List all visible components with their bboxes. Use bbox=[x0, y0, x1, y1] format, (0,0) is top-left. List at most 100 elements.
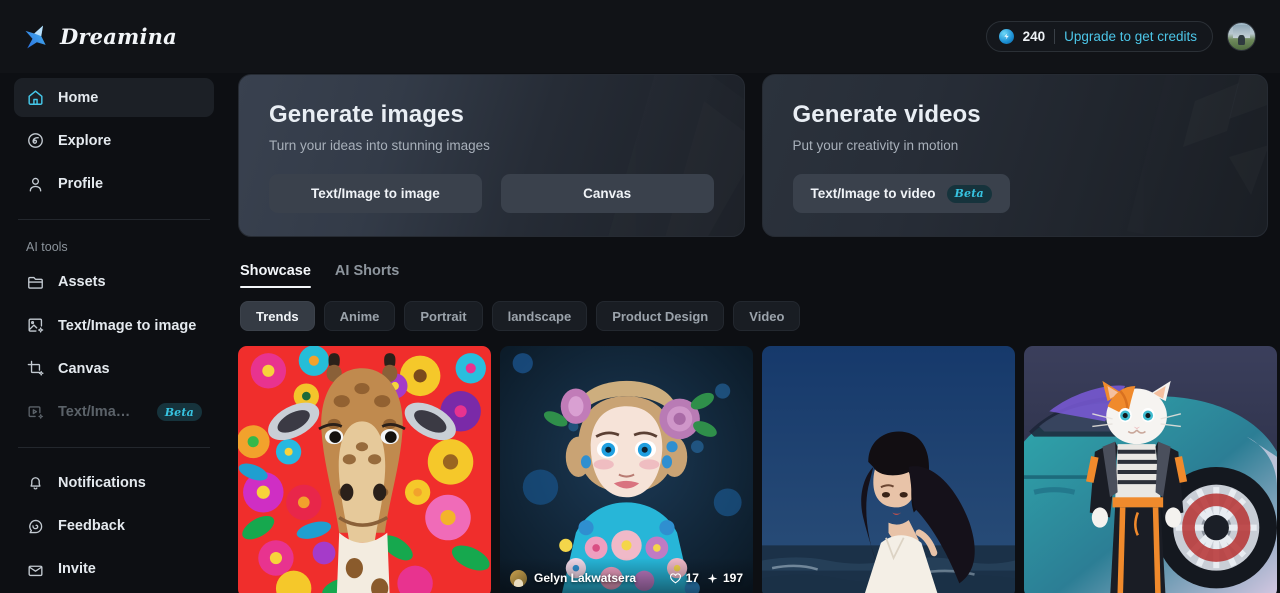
credit-coin-icon bbox=[998, 29, 1014, 44]
home-icon bbox=[26, 88, 45, 107]
pill-divider bbox=[1054, 29, 1056, 44]
view-stat: 197 bbox=[706, 571, 743, 585]
sidebar-label: Text/Image t... bbox=[58, 404, 136, 420]
sparkle-star-icon bbox=[25, 25, 46, 48]
brand-logo[interactable]: Dreamina bbox=[22, 23, 177, 51]
sidebar-label: Notifications bbox=[58, 474, 146, 491]
card-overlay: Gelyn Lakwatsera 17 197 bbox=[500, 558, 753, 593]
main-content: Generate images Turn your ideas into stu… bbox=[228, 73, 1280, 593]
chip-landscape[interactable]: landscape bbox=[491, 301, 588, 331]
sidebar-item-notifications[interactable]: Notifications bbox=[14, 463, 214, 502]
gallery-card-cat-car[interactable] bbox=[1024, 346, 1277, 593]
tab-label: Showcase bbox=[240, 263, 311, 279]
generate-images-card: Generate images Turn your ideas into stu… bbox=[238, 74, 745, 237]
sidebar-label: Text/Image to image bbox=[58, 317, 197, 334]
sidebar: Home Explore Profile AI tools Assets Tex… bbox=[0, 73, 228, 593]
sidebar-label: Feedback bbox=[58, 518, 125, 535]
sidebar-item-text-image-to-image[interactable]: Text/Image to image bbox=[14, 306, 214, 345]
content-tabs: Showcase AI Shorts bbox=[240, 263, 1268, 288]
chip-label: Product Design bbox=[612, 308, 709, 324]
like-stat: 17 bbox=[669, 571, 699, 585]
folder-icon bbox=[26, 273, 45, 292]
sidebar-label: Invite bbox=[58, 561, 96, 578]
sidebar-section-label: AI tools bbox=[26, 239, 68, 254]
user-avatar[interactable] bbox=[1227, 22, 1256, 51]
top-header: Dreamina 240 Upgrade to get credits bbox=[0, 0, 1280, 73]
sidebar-item-feedback[interactable]: Feedback bbox=[14, 507, 214, 546]
card-actions: Text/Image to image Canvas bbox=[269, 174, 714, 213]
person-icon bbox=[26, 175, 45, 194]
sidebar-item-assets[interactable]: Assets bbox=[14, 263, 214, 302]
view-count: 197 bbox=[722, 571, 743, 585]
credits-pill[interactable]: 240 Upgrade to get credits bbox=[985, 21, 1213, 52]
sidebar-item-profile[interactable]: Profile bbox=[14, 164, 214, 203]
tab-ai-shorts[interactable]: AI Shorts bbox=[335, 263, 399, 288]
card-title: Generate images bbox=[269, 101, 464, 128]
gallery-card-giraffe[interactable] bbox=[238, 346, 491, 593]
chip-label: Video bbox=[749, 308, 785, 324]
filter-chips: Trends Anime Portrait landscape Product … bbox=[240, 301, 1268, 331]
video-sparkle-icon bbox=[26, 403, 45, 422]
body-row: Home Explore Profile AI tools Assets Tex… bbox=[0, 73, 1280, 593]
sidebar-divider-top bbox=[18, 218, 210, 220]
tab-showcase[interactable]: Showcase bbox=[240, 263, 311, 288]
chip-product-design[interactable]: Product Design bbox=[596, 301, 725, 331]
canvas-crop-icon bbox=[26, 359, 45, 378]
beta-badge: Beta bbox=[946, 184, 992, 203]
floral-woman-3d-artwork bbox=[500, 346, 753, 593]
author-avatar bbox=[510, 569, 527, 587]
sidebar-item-text-image-to-video[interactable]: Text/Image t... Beta bbox=[14, 392, 214, 431]
canvas-button[interactable]: Canvas bbox=[500, 174, 714, 213]
chip-label: landscape bbox=[507, 308, 572, 324]
sidebar-label: Assets bbox=[58, 274, 106, 291]
giraffe-flowers-artwork bbox=[238, 346, 491, 593]
sparkle-icon bbox=[707, 573, 718, 583]
sidebar-label: Explore bbox=[58, 132, 112, 149]
hero-cards-row: Generate images Turn your ideas into stu… bbox=[238, 73, 1268, 237]
card-actions: Text/Image to video Beta bbox=[792, 174, 1238, 213]
app-root: Dreamina 240 Upgrade to get credits Home… bbox=[0, 0, 1280, 593]
chip-trends[interactable]: Trends bbox=[240, 301, 315, 331]
sidebar-item-explore[interactable]: Explore bbox=[14, 121, 214, 160]
woman-sunset-beach-artwork bbox=[762, 346, 1015, 593]
like-count: 17 bbox=[685, 571, 699, 585]
inbox-invite-icon bbox=[26, 560, 45, 579]
brand-name: Dreamina bbox=[60, 24, 177, 49]
gallery-card-floral-woman[interactable]: Gelyn Lakwatsera 17 197 bbox=[500, 346, 753, 593]
chip-anime[interactable]: Anime bbox=[323, 301, 396, 331]
card-subtitle: Turn your ideas into stunning images bbox=[269, 138, 490, 153]
image-sparkle-icon bbox=[26, 316, 45, 335]
chip-label: Trends bbox=[256, 308, 299, 324]
sidebar-label: Profile bbox=[58, 176, 104, 193]
credits-amount: 240 bbox=[1022, 29, 1046, 44]
chip-label: Portrait bbox=[420, 308, 467, 324]
generate-videos-card: Generate videos Put your creativity in m… bbox=[761, 74, 1268, 237]
chip-video[interactable]: Video bbox=[733, 301, 801, 331]
compass-icon bbox=[26, 131, 45, 150]
sidebar-label: Canvas bbox=[58, 360, 110, 377]
tab-label: AI Shorts bbox=[334, 263, 400, 279]
showcase-gallery: Gelyn Lakwatsera 17 197 bbox=[238, 346, 1277, 593]
sidebar-item-home[interactable]: Home bbox=[14, 78, 214, 118]
button-label: Text/Image to image bbox=[310, 186, 440, 201]
button-label: Text/Image to video bbox=[810, 186, 936, 201]
beta-badge: Beta bbox=[156, 403, 202, 421]
author-name: Gelyn Lakwatsera bbox=[534, 571, 637, 585]
text-image-to-image-button[interactable]: Text/Image to image bbox=[269, 174, 482, 213]
card-title: Generate videos bbox=[792, 101, 981, 128]
chip-portrait[interactable]: Portrait bbox=[404, 301, 483, 331]
sidebar-label: Home bbox=[58, 89, 99, 106]
button-label: Canvas bbox=[583, 186, 632, 201]
upgrade-credits-link[interactable]: Upgrade to get credits bbox=[1064, 29, 1197, 44]
text-image-to-video-button[interactable]: Text/Image to video Beta bbox=[792, 174, 1010, 213]
sidebar-item-invite[interactable]: Invite bbox=[14, 550, 214, 589]
bell-icon bbox=[26, 473, 45, 492]
sidebar-item-canvas[interactable]: Canvas bbox=[14, 349, 214, 388]
chip-label: Anime bbox=[339, 308, 380, 324]
gallery-card-sunset-woman[interactable] bbox=[762, 346, 1015, 593]
heart-icon bbox=[669, 572, 681, 583]
card-subtitle: Put your creativity in motion bbox=[792, 138, 959, 153]
chat-feedback-icon bbox=[26, 517, 45, 536]
cat-character-sportscar-artwork bbox=[1024, 346, 1277, 593]
